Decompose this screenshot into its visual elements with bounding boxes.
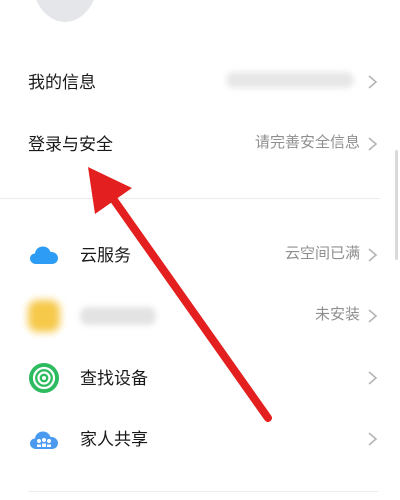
- find-device-row[interactable]: 查找设备: [0, 358, 400, 398]
- find-device-icon: [29, 363, 59, 393]
- app-row[interactable]: 未安装: [0, 296, 400, 336]
- chevron-right-icon: [368, 309, 378, 323]
- chevron-right-icon: [368, 248, 378, 262]
- app-label-redacted: [80, 307, 156, 325]
- family-sharing-row[interactable]: 家人共享: [0, 419, 400, 459]
- cloud-service-row[interactable]: 云服务 云空间已满: [0, 235, 400, 275]
- chevron-right-icon: [368, 137, 378, 151]
- cloud-service-value: 云空间已满: [284, 244, 360, 262]
- login-security-label: 登录与安全: [28, 135, 113, 155]
- find-device-label: 查找设备: [80, 369, 148, 389]
- my-info-row[interactable]: 我的信息: [0, 62, 400, 102]
- chevron-right-icon: [368, 75, 378, 89]
- scrollbar[interactable]: [395, 150, 398, 260]
- cloud-icon: [30, 246, 58, 264]
- my-info-label: 我的信息: [28, 73, 96, 93]
- login-security-value: 请完善安全信息: [254, 133, 360, 151]
- section-divider: [0, 198, 380, 199]
- login-security-row[interactable]: 登录与安全 请完善安全信息: [0, 124, 400, 164]
- cloud-service-label: 云服务: [80, 246, 131, 266]
- app-value: 未安装: [314, 305, 360, 323]
- bottom-divider: [28, 491, 378, 492]
- chevron-right-icon: [368, 371, 378, 385]
- family-sharing-label: 家人共享: [80, 430, 148, 450]
- avatar[interactable]: [30, 0, 100, 22]
- app-icon: [28, 300, 60, 332]
- chevron-right-icon: [368, 432, 378, 446]
- family-sharing-icon: [30, 431, 58, 449]
- my-info-value-redacted: [226, 72, 354, 88]
